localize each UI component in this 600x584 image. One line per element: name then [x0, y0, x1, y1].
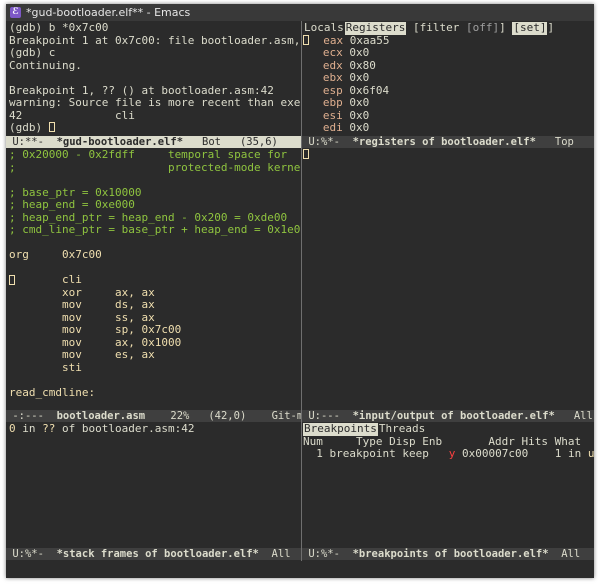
- source-line: ; cmd_line_ptr = base_ptr + heap_end = 0…: [9, 223, 300, 236]
- io-modeline[interactable]: U:--- *input/output of bootloader.elf* A…: [302, 410, 594, 422]
- breakpoint-row[interactable]: 1 breakpoint keep y 0x00007c00 1 in un: [303, 447, 594, 461]
- gdb-line-3: (gdb) c: [9, 46, 56, 59]
- source-line: [9, 174, 300, 187]
- stack-frame-row[interactable]: 0 in ?? of bootloader.asm:42: [9, 423, 300, 436]
- source-line: mov es, ax: [9, 348, 155, 361]
- registers-buffer-name: *registers of bootloader.elf*: [352, 136, 536, 148]
- registers-header-line: Locals Registers [filter [off]] [set]]: [304, 22, 555, 35]
- filter-toggle[interactable]: [off]: [466, 22, 499, 34]
- gdb-modeline[interactable]: U:**- *gud-bootloader.elf* Bot (35,6): [6, 136, 301, 148]
- filter-label: [filter: [412, 22, 466, 34]
- source-line: ; 0x20000 - 0x2fdff temporal space for: [9, 149, 288, 161]
- tab-threads[interactable]: Threads: [378, 423, 426, 436]
- gdb-prompt-line[interactable]: (gdb): [9, 121, 300, 135]
- register-row[interactable]: edi 0x0: [303, 121, 594, 135]
- frame-function: ??: [42, 423, 56, 435]
- register-row[interactable]: ecx 0x0: [303, 46, 594, 60]
- breakpoints-modeline[interactable]: U:%*- *breakpoints of bootloader.elf* Al…: [302, 548, 594, 560]
- io-pane[interactable]: [303, 149, 594, 408]
- gdb-line-1: (gdb) b *0x7c00: [9, 22, 109, 34]
- window-title: *gud-bootloader.elf** - Emacs: [26, 6, 191, 19]
- source-line: sti: [9, 360, 82, 374]
- emacs-window: ℰ *gud-bootloader.elf** - Emacs (gdb) b …: [6, 4, 594, 578]
- gdb-line-5: [9, 72, 300, 85]
- text-cursor: [303, 149, 309, 159]
- vertical-divider[interactable]: [301, 21, 302, 578]
- text-cursor: [303, 34, 309, 45]
- io-line: [303, 149, 594, 162]
- gdb-line-4: Continuing.: [9, 58, 82, 72]
- source-line: read_cmdline:: [9, 385, 96, 399]
- breakpoint-marker-icon[interactable]: [9, 275, 15, 285]
- registers-pane[interactable]: Locals Registers [filter [off]] [set]] ea…: [303, 22, 594, 136]
- tab-breakpoints[interactable]: Breakpoints: [303, 423, 378, 436]
- minibuffer[interactable]: [6, 561, 594, 578]
- source-line: [9, 374, 300, 387]
- gdb-console-pane[interactable]: (gdb) b *0x7c00 Breakpoint 1 at 0x7c00: …: [9, 22, 300, 136]
- register-row[interactable]: ebx 0x0: [303, 71, 594, 85]
- breakpoint-enabled-flag: y: [448, 447, 456, 460]
- text-cursor: [48, 122, 55, 132]
- gdb-buffer-name: *gud-bootloader.elf*: [56, 136, 184, 148]
- source-line: org 0x7c00: [9, 248, 102, 261]
- title-bar: ℰ *gud-bootloader.elf** - Emacs: [6, 4, 594, 21]
- registers-modeline[interactable]: U:%*- *registers of bootloader.elf* Top: [302, 136, 594, 148]
- breakpoints-buffer-name: *breakpoints of bootloader.elf*: [352, 548, 549, 560]
- set-button[interactable]: [set]: [512, 22, 548, 35]
- emacs-app-icon: ℰ: [10, 7, 21, 18]
- io-buffer-name: *input/output of bootloader.elf*: [352, 410, 555, 422]
- breakpoints-pane[interactable]: Breakpoints Threads Num Type Disp Enb Add…: [303, 423, 594, 547]
- stack-modeline[interactable]: U:%*- *stack frames of bootloader.elf* A…: [6, 548, 301, 560]
- source-modeline[interactable]: -:--- bootloader.asm 22% (42,0) Git-ma: [6, 410, 301, 422]
- frame-number: 0: [9, 423, 16, 435]
- breakpoints-header-line: Breakpoints Threads: [303, 423, 594, 436]
- source-pane[interactable]: ; 0x20000 - 0x2fdff temporal space for ;…: [9, 149, 300, 408]
- gdb-line-7: warning: Source file is more recent than…: [9, 96, 300, 109]
- source-line: mov ds, ax: [9, 298, 155, 311]
- source-line: mov sp, 0x7c00: [9, 323, 182, 336]
- gdb-line-8: 42 cli: [9, 108, 135, 122]
- source-current-line: cli: [9, 273, 82, 286]
- stack-buffer-name: *stack frames of bootloader.elf*: [56, 548, 259, 560]
- source-buffer-name: bootloader.asm: [56, 410, 146, 422]
- stack-frames-pane[interactable]: 0 in ?? of bootloader.asm:42: [9, 423, 300, 547]
- source-line: ; heap_end = 0xe000: [9, 198, 135, 211]
- source-line: ; protected-mode kernel: [9, 160, 300, 174]
- register-row[interactable]: ebp 0x0: [303, 96, 594, 110]
